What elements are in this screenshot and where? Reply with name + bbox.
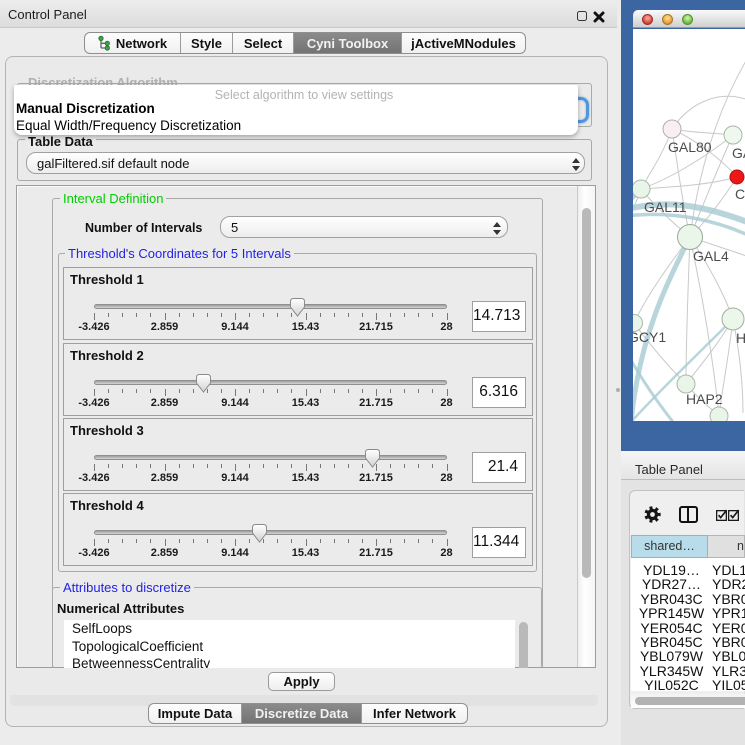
svg-text:GAL80: GAL80 — [668, 139, 712, 155]
svg-text:C: C — [735, 186, 745, 202]
svg-text:GCY1: GCY1 — [633, 329, 666, 345]
svg-text:HAP2: HAP2 — [686, 391, 723, 407]
svg-text:GAL4: GAL4 — [693, 248, 729, 264]
svg-text:HA: HA — [736, 330, 745, 346]
svg-text:GA: GA — [732, 145, 745, 161]
svg-text:GAL11: GAL11 — [644, 199, 687, 215]
